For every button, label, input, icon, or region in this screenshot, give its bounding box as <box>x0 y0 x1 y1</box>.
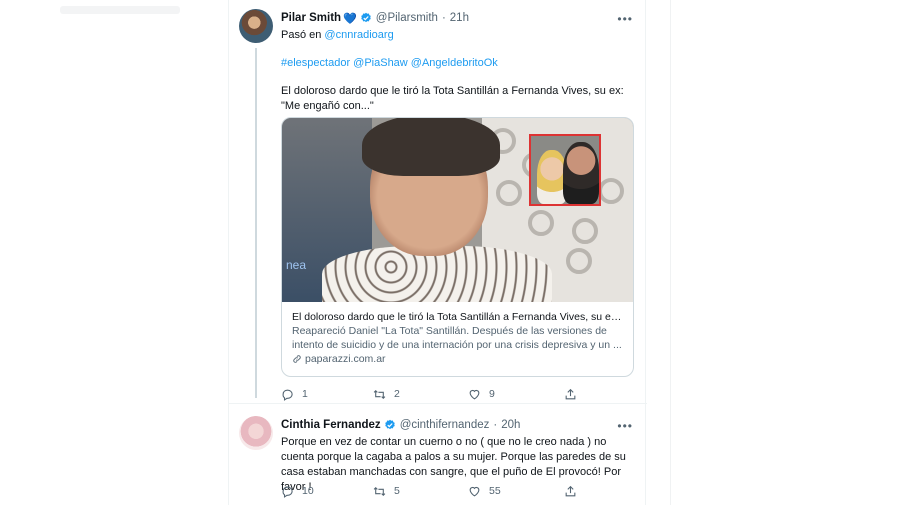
heart-icon <box>469 389 480 399</box>
inset-person-man <box>563 142 599 204</box>
tweet-content: Pilar Smith 💙 @Pilarsmith · 21h ••• Pasó… <box>281 10 637 114</box>
reply-icon <box>282 389 293 401</box>
person-hair <box>362 118 500 176</box>
like-count: 9 <box>489 388 495 400</box>
wall-pattern <box>528 210 554 236</box>
wall-pattern <box>572 218 598 244</box>
blue-heart-emoji: 💙 <box>343 12 357 25</box>
left-panel <box>0 0 228 505</box>
tweet-header: Cinthia Fernandez @cinthifernandez · 20h <box>281 417 637 433</box>
timeline: Pilar Smith 💙 @Pilarsmith · 21h ••• Pasó… <box>228 0 647 505</box>
link-icon <box>293 355 301 363</box>
tweet-cinthia-fernandez[interactable]: Cinthia Fernandez @cinthifernandez · 20h… <box>229 404 647 505</box>
card-image[interactable]: nea <box>282 118 633 302</box>
tweet-actions: 10 5 55 <box>281 483 591 499</box>
separator: · <box>493 419 498 431</box>
right-panel-divider <box>670 0 671 505</box>
image-caption-fragment: nea <box>286 258 307 272</box>
inset-photo <box>529 134 601 206</box>
separator: · <box>441 12 446 24</box>
wall-pattern <box>566 248 592 274</box>
tweet-line-1: Pasó en @cnnradioarg <box>281 28 637 43</box>
wall-pattern <box>598 178 624 204</box>
wall-pattern <box>496 180 522 206</box>
tweet-text: El doloroso dardo que le tiró la Tota Sa… <box>281 85 624 112</box>
author-handle[interactable]: @cinthifernandez <box>400 419 490 431</box>
tweet-actions: 1 2 9 <box>281 386 591 402</box>
retweet-icon <box>373 486 386 496</box>
reply-count: 10 <box>302 485 314 497</box>
avatar[interactable] <box>239 9 273 43</box>
link-preview-card[interactable]: nea El doloroso dardo que le tiró la Tot… <box>281 117 634 377</box>
retweet-button[interactable]: 2 <box>373 388 400 401</box>
verified-badge-icon <box>361 12 371 23</box>
tweet-header: Pilar Smith 💙 @Pilarsmith · 21h <box>281 10 637 26</box>
card-domain-row: paparazzi.com.ar <box>292 352 623 366</box>
author-name[interactable]: Pilar Smith <box>281 12 341 24</box>
thread-line <box>255 48 257 398</box>
like-button[interactable]: 55 <box>468 485 501 498</box>
avatar[interactable] <box>239 416 273 450</box>
retweet-icon <box>373 389 386 399</box>
card-title: El doloroso dardo que le tiró la Tota Sa… <box>292 311 623 323</box>
timestamp[interactable]: 20h <box>501 419 520 431</box>
hashtags-mentions[interactable]: #elespectador @PiaShaw @AngeldebritoOk <box>281 56 637 71</box>
timestamp[interactable]: 21h <box>450 12 469 24</box>
card-body: El doloroso dardo que le tiró la Tota Sa… <box>292 310 623 366</box>
author-handle[interactable]: @Pilarsmith <box>376 12 438 24</box>
card-description: Reapareció Daniel "La Tota" Santillán. D… <box>292 325 622 351</box>
reply-count: 1 <box>302 388 308 400</box>
share-button[interactable] <box>564 485 585 498</box>
verified-badge-icon <box>384 419 395 430</box>
tweet-pilar-smith[interactable]: Pilar Smith 💙 @Pilarsmith · 21h ••• Pasó… <box>229 0 647 404</box>
reply-button[interactable]: 1 <box>281 388 308 401</box>
like-button[interactable]: 9 <box>468 388 495 401</box>
author-name[interactable]: Cinthia Fernandez <box>281 419 381 431</box>
share-icon <box>565 485 576 496</box>
mention-link[interactable]: @cnnradioarg <box>324 29 393 41</box>
more-options-icon[interactable]: ••• <box>617 12 633 26</box>
share-button[interactable] <box>564 388 585 401</box>
card-domain: paparazzi.com.ar <box>305 353 386 365</box>
left-panel-placeholder <box>60 6 180 14</box>
retweet-count: 2 <box>394 388 400 400</box>
reply-button[interactable]: 10 <box>281 485 314 498</box>
more-options-icon[interactable]: ••• <box>617 419 633 433</box>
right-panel <box>646 0 900 505</box>
heart-icon <box>469 486 480 496</box>
retweet-button[interactable]: 5 <box>373 485 400 498</box>
share-icon <box>565 388 576 399</box>
like-count: 55 <box>489 485 501 497</box>
reply-icon <box>282 486 293 498</box>
retweet-count: 5 <box>394 485 400 497</box>
text-prefix: Pasó en <box>281 29 325 41</box>
